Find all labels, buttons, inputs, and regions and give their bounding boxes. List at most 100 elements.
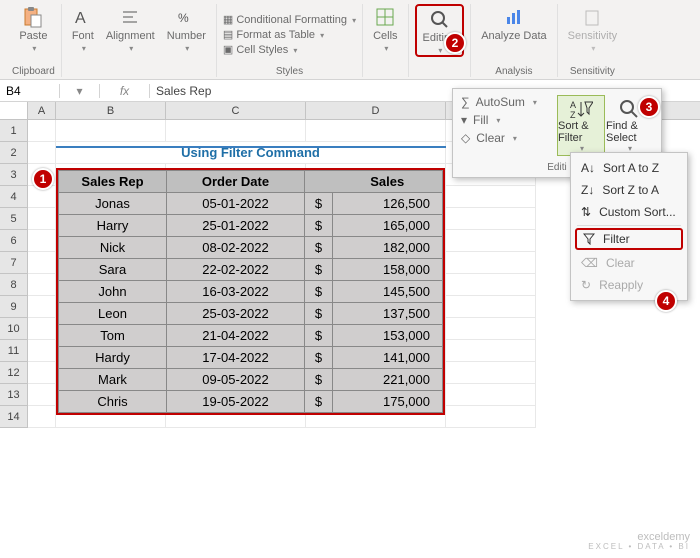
cell-currency[interactable]: $ [305, 215, 333, 237]
sort-z-to-a[interactable]: Z↓Sort Z to A [571, 179, 687, 201]
table-row[interactable]: Leon25-03-2022$137,500 [59, 303, 443, 325]
cell-rep[interactable]: Hardy [59, 347, 167, 369]
cell[interactable] [446, 296, 536, 318]
cells-button[interactable]: Cells▾ [369, 4, 401, 55]
cell-rep[interactable]: Sara [59, 259, 167, 281]
row-header-8[interactable]: 8 [0, 274, 28, 296]
row-header-3[interactable]: 3 [0, 164, 28, 186]
cell-date[interactable]: 25-01-2022 [167, 215, 305, 237]
cell-sales[interactable]: 153,000 [333, 325, 443, 347]
table-row[interactable]: Harry25-01-2022$165,000 [59, 215, 443, 237]
table-row[interactable]: Chris19-05-2022$175,000 [59, 391, 443, 413]
row-header-12[interactable]: 12 [0, 362, 28, 384]
row-header-11[interactable]: 11 [0, 340, 28, 362]
cell[interactable] [446, 208, 536, 230]
row-header-1[interactable]: 1 [0, 120, 28, 142]
cell[interactable] [306, 120, 446, 142]
cell-sales[interactable]: 137,500 [333, 303, 443, 325]
name-box[interactable]: B4 [0, 84, 60, 98]
font-button[interactable]: A Font▾ [68, 4, 98, 55]
col-A[interactable]: A [28, 102, 56, 119]
cell-sales[interactable]: 165,000 [333, 215, 443, 237]
paste-button[interactable]: Paste ▾ [15, 4, 51, 55]
cell-currency[interactable]: $ [305, 391, 333, 413]
cell[interactable] [28, 340, 56, 362]
cell-currency[interactable]: $ [305, 259, 333, 281]
number-button[interactable]: % Number▾ [163, 4, 210, 55]
conditional-formatting-button[interactable]: ▦ Conditional Formatting ▾ [223, 13, 356, 26]
header-sales-rep[interactable]: Sales Rep [59, 171, 167, 193]
row-header-14[interactable]: 14 [0, 406, 28, 428]
sort-a-to-z[interactable]: A↓Sort A to Z [571, 157, 687, 179]
cell[interactable] [446, 340, 536, 362]
table-row[interactable]: Nick08-02-2022$182,000 [59, 237, 443, 259]
cell-rep[interactable]: Leon [59, 303, 167, 325]
col-C[interactable]: C [166, 102, 306, 119]
cell[interactable] [446, 318, 536, 340]
cell-currency[interactable]: $ [305, 325, 333, 347]
cell-date[interactable]: 19-05-2022 [167, 391, 305, 413]
table-row[interactable]: Tom21-04-2022$153,000 [59, 325, 443, 347]
analyze-data-button[interactable]: Analyze Data [477, 4, 550, 44]
cell-rep[interactable]: Chris [59, 391, 167, 413]
cell[interactable] [28, 318, 56, 340]
table-row[interactable]: Sara22-02-2022$158,000 [59, 259, 443, 281]
cell-date[interactable]: 05-01-2022 [167, 193, 305, 215]
cell-date[interactable]: 25-03-2022 [167, 303, 305, 325]
cell-sales[interactable]: 182,000 [333, 237, 443, 259]
cell-rep[interactable]: John [59, 281, 167, 303]
table-row[interactable]: Hardy17-04-2022$141,000 [59, 347, 443, 369]
select-all-triangle[interactable] [0, 102, 28, 119]
row-header-10[interactable]: 10 [0, 318, 28, 340]
cell-date[interactable]: 21-04-2022 [167, 325, 305, 347]
cell[interactable] [28, 230, 56, 252]
cell-sales[interactable]: 141,000 [333, 347, 443, 369]
row-header-4[interactable]: 4 [0, 186, 28, 208]
row-header-7[interactable]: 7 [0, 252, 28, 274]
cell[interactable] [446, 406, 536, 428]
cell-date[interactable]: 08-02-2022 [167, 237, 305, 259]
cell-date[interactable]: 17-04-2022 [167, 347, 305, 369]
fx-icon[interactable]: fx [100, 84, 150, 98]
cell[interactable] [28, 252, 56, 274]
cell-sales[interactable]: 175,000 [333, 391, 443, 413]
row-header-5[interactable]: 5 [0, 208, 28, 230]
cell[interactable] [28, 120, 56, 142]
namebox-dropdown[interactable]: ▾ [60, 84, 100, 98]
cell-date[interactable]: 16-03-2022 [167, 281, 305, 303]
cell[interactable] [446, 230, 536, 252]
sort-filter-button[interactable]: AZ Sort & Filter▾ [557, 95, 605, 156]
cell-rep[interactable]: Harry [59, 215, 167, 237]
cell[interactable] [28, 384, 56, 406]
cell-currency[interactable]: $ [305, 369, 333, 391]
cell[interactable] [446, 274, 536, 296]
cell[interactable] [28, 142, 56, 164]
filter-menuitem[interactable]: Filter [575, 228, 683, 250]
table-row[interactable]: Mark09-05-2022$221,000 [59, 369, 443, 391]
header-sales[interactable]: Sales [333, 171, 443, 193]
cell[interactable] [446, 384, 536, 406]
autosum-button[interactable]: ∑AutoSum ▾ [461, 95, 547, 109]
cell-sales[interactable]: 221,000 [333, 369, 443, 391]
col-B[interactable]: B [56, 102, 166, 119]
cell[interactable] [166, 120, 306, 142]
custom-sort[interactable]: ⇅Custom Sort... [571, 201, 687, 223]
header-sales-cur[interactable] [305, 171, 333, 193]
table-row[interactable]: John16-03-2022$145,500 [59, 281, 443, 303]
cell[interactable] [446, 362, 536, 384]
cell[interactable] [446, 252, 536, 274]
cell[interactable] [56, 120, 166, 142]
cell[interactable] [28, 208, 56, 230]
row-header-6[interactable]: 6 [0, 230, 28, 252]
col-D[interactable]: D [306, 102, 446, 119]
cell-currency[interactable]: $ [305, 303, 333, 325]
cell-rep[interactable]: Tom [59, 325, 167, 347]
cell-currency[interactable]: $ [305, 281, 333, 303]
sensitivity-button[interactable]: Sensitivity▾ [564, 4, 622, 55]
cell-sales[interactable]: 126,500 [333, 193, 443, 215]
cell-date[interactable]: 09-05-2022 [167, 369, 305, 391]
cell[interactable] [28, 296, 56, 318]
header-order-date[interactable]: Order Date [167, 171, 305, 193]
cell-styles-button[interactable]: ▣ Cell Styles ▾ [223, 43, 356, 56]
cell-currency[interactable]: $ [305, 237, 333, 259]
